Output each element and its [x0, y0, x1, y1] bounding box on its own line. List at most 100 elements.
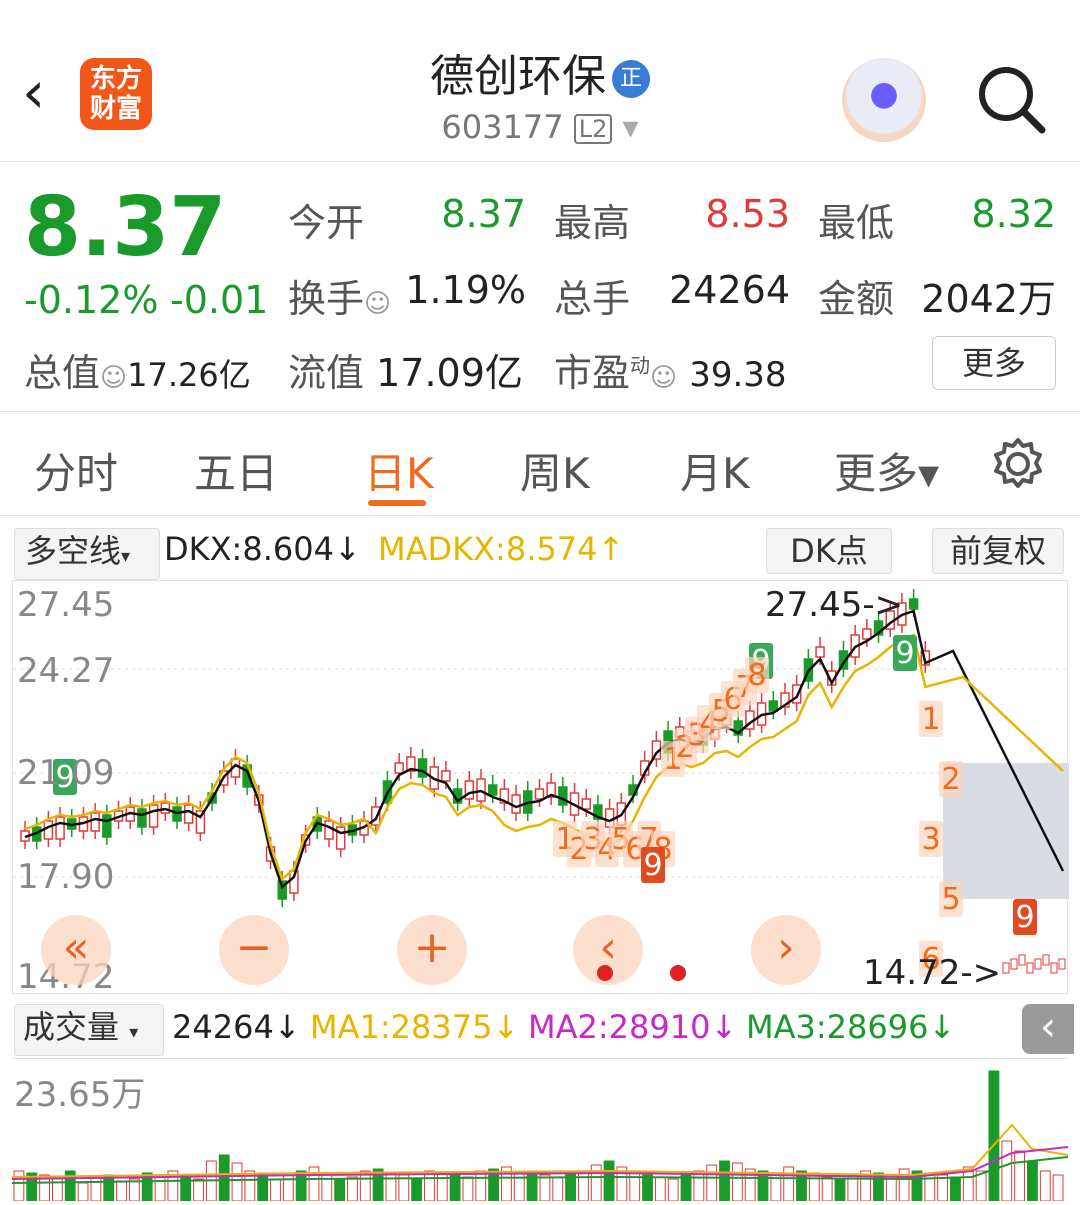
high-label: 最高: [554, 201, 631, 245]
madkx-value: MADKX:8.574↑: [378, 530, 625, 568]
volume-bar: [1039, 1170, 1051, 1202]
candle: [183, 804, 194, 824]
kline-chart[interactable]: 12345678999991234567812356 27.45 24.27 2…: [12, 580, 1069, 997]
tab-more[interactable]: 更多▾: [834, 440, 939, 501]
volume-bar: [475, 1170, 487, 1202]
zoom-out-button[interactable]: −: [219, 915, 289, 985]
period-high-marker: 27.45->: [765, 585, 904, 625]
volume-bar: [654, 1176, 666, 1202]
volume-bar: [821, 1176, 833, 1202]
candle: [1002, 962, 1010, 974]
volume-chart[interactable]: 23.65万: [11, 1058, 1069, 1202]
pe-value: 39.38: [689, 355, 787, 395]
kline-canvas: 12345678999991234567812356: [13, 589, 1069, 977]
volume-bar: [193, 1178, 204, 1202]
turnover-label: 换手☺: [288, 277, 392, 321]
candle: [1034, 958, 1042, 970]
tab-five-day[interactable]: 五日: [194, 440, 278, 501]
volume-bar: [667, 1178, 679, 1202]
volume-ma1: MA1:28375↓: [310, 1008, 520, 1046]
app-header: ‹ 东方财富 德创环保正 603177 L2 ▾: [0, 0, 1080, 162]
y-axis-label: 24.27: [17, 651, 115, 691]
y-axis-label: 17.90: [17, 857, 115, 897]
candle: [441, 770, 451, 782]
volume-bar: [1027, 1160, 1038, 1202]
rewind-button[interactable]: «: [41, 915, 111, 985]
td-count-text: 2: [941, 762, 960, 797]
active-tab-indicator: [368, 500, 426, 506]
tab-weekly-k[interactable]: 周K: [520, 440, 590, 501]
volume-bar: [898, 1168, 910, 1202]
td-count-nine-text: 9: [643, 848, 662, 883]
info-icon[interactable]: ☺: [364, 289, 391, 319]
zoom-in-button[interactable]: +: [397, 915, 467, 985]
gear-icon[interactable]: [990, 436, 1046, 492]
td-count-text: 8: [747, 658, 766, 693]
signal-dot: [597, 965, 613, 981]
caret-down-icon: ▾: [129, 1022, 139, 1043]
candle: [43, 820, 54, 840]
collapse-panel-button[interactable]: ‹: [1022, 1004, 1074, 1054]
volume-label: 总手: [554, 277, 631, 321]
dk-point-button[interactable]: DK点: [766, 528, 892, 574]
volume-bar: [334, 1178, 346, 1202]
pe-ratio: 市盈动☺ 39.38: [554, 351, 787, 395]
level2-tag: L2: [573, 114, 613, 144]
candle: [102, 814, 112, 838]
change-amount: -0.01: [170, 278, 269, 322]
mktcap-label: 总值☺17.26亿: [24, 351, 251, 395]
td-count-nine: 9: [893, 635, 917, 671]
info-icon[interactable]: ☺: [100, 363, 127, 393]
amount-value: 2042万: [921, 277, 1056, 321]
volume-bar: [231, 1162, 243, 1202]
stock-code-selector[interactable]: 603177 L2 ▾: [330, 108, 750, 146]
volume-ma1-line: [11, 1123, 1069, 1178]
candle: [862, 628, 872, 640]
volume-bar: [180, 1174, 192, 1202]
candle: [1026, 962, 1034, 974]
assistant-robot-avatar[interactable]: [842, 58, 926, 142]
indicator-select[interactable]: 多空线▾: [14, 528, 160, 580]
app-logo[interactable]: 东方财富: [80, 58, 152, 130]
volume-value: 24264: [669, 268, 790, 312]
volume-bar: [1052, 1174, 1064, 1202]
td-count: 1: [919, 701, 943, 737]
candle: [815, 646, 825, 658]
back-button[interactable]: ‹: [22, 62, 62, 126]
float-cap: 流值 17.09亿: [288, 351, 523, 395]
tab-monthly-k[interactable]: 月K: [680, 440, 750, 501]
volume-bar: [1014, 1150, 1026, 1202]
volume-bar: [116, 1180, 127, 1202]
volume-bar: [347, 1176, 358, 1202]
stock-name: 德创环保: [430, 51, 606, 102]
volume-bar: [577, 1170, 589, 1202]
candle: [1018, 954, 1026, 966]
td-count-nine-text: 9: [895, 636, 914, 671]
verified-badge-icon: 正: [612, 60, 650, 98]
volume-indicator-select[interactable]: 成交量 ▾: [14, 1004, 164, 1056]
dkx-value: DKX:8.604↓: [164, 530, 361, 568]
candle: [558, 786, 568, 806]
scroll-right-button[interactable]: ›: [751, 915, 821, 985]
current-price: 8.37: [24, 180, 227, 275]
volume-y-axis-label: 23.65万: [14, 1075, 146, 1115]
volume-bar: [808, 1172, 820, 1202]
volume-bar: [693, 1170, 705, 1202]
volume-bar: [834, 1178, 846, 1202]
candle: [534, 788, 545, 800]
td-count: 5: [939, 881, 963, 917]
info-icon[interactable]: ☺: [650, 363, 677, 393]
td-count-text: 1: [921, 702, 940, 737]
volume-bar: [603, 1160, 615, 1202]
open-value: 8.37: [441, 192, 526, 236]
tab-intraday[interactable]: 分时: [34, 440, 118, 501]
search-icon[interactable]: [974, 62, 1046, 134]
more-quote-button[interactable]: 更多: [932, 336, 1056, 390]
volume-bar: [1001, 1140, 1013, 1202]
signal-dot: [670, 965, 686, 981]
volume-bar: [988, 1070, 1000, 1202]
td-count-nine-text: 9: [1015, 900, 1034, 935]
adjust-mode-button[interactable]: 前复权: [932, 528, 1064, 574]
tab-daily-k[interactable]: 日K: [364, 440, 434, 501]
candle: [487, 784, 498, 796]
